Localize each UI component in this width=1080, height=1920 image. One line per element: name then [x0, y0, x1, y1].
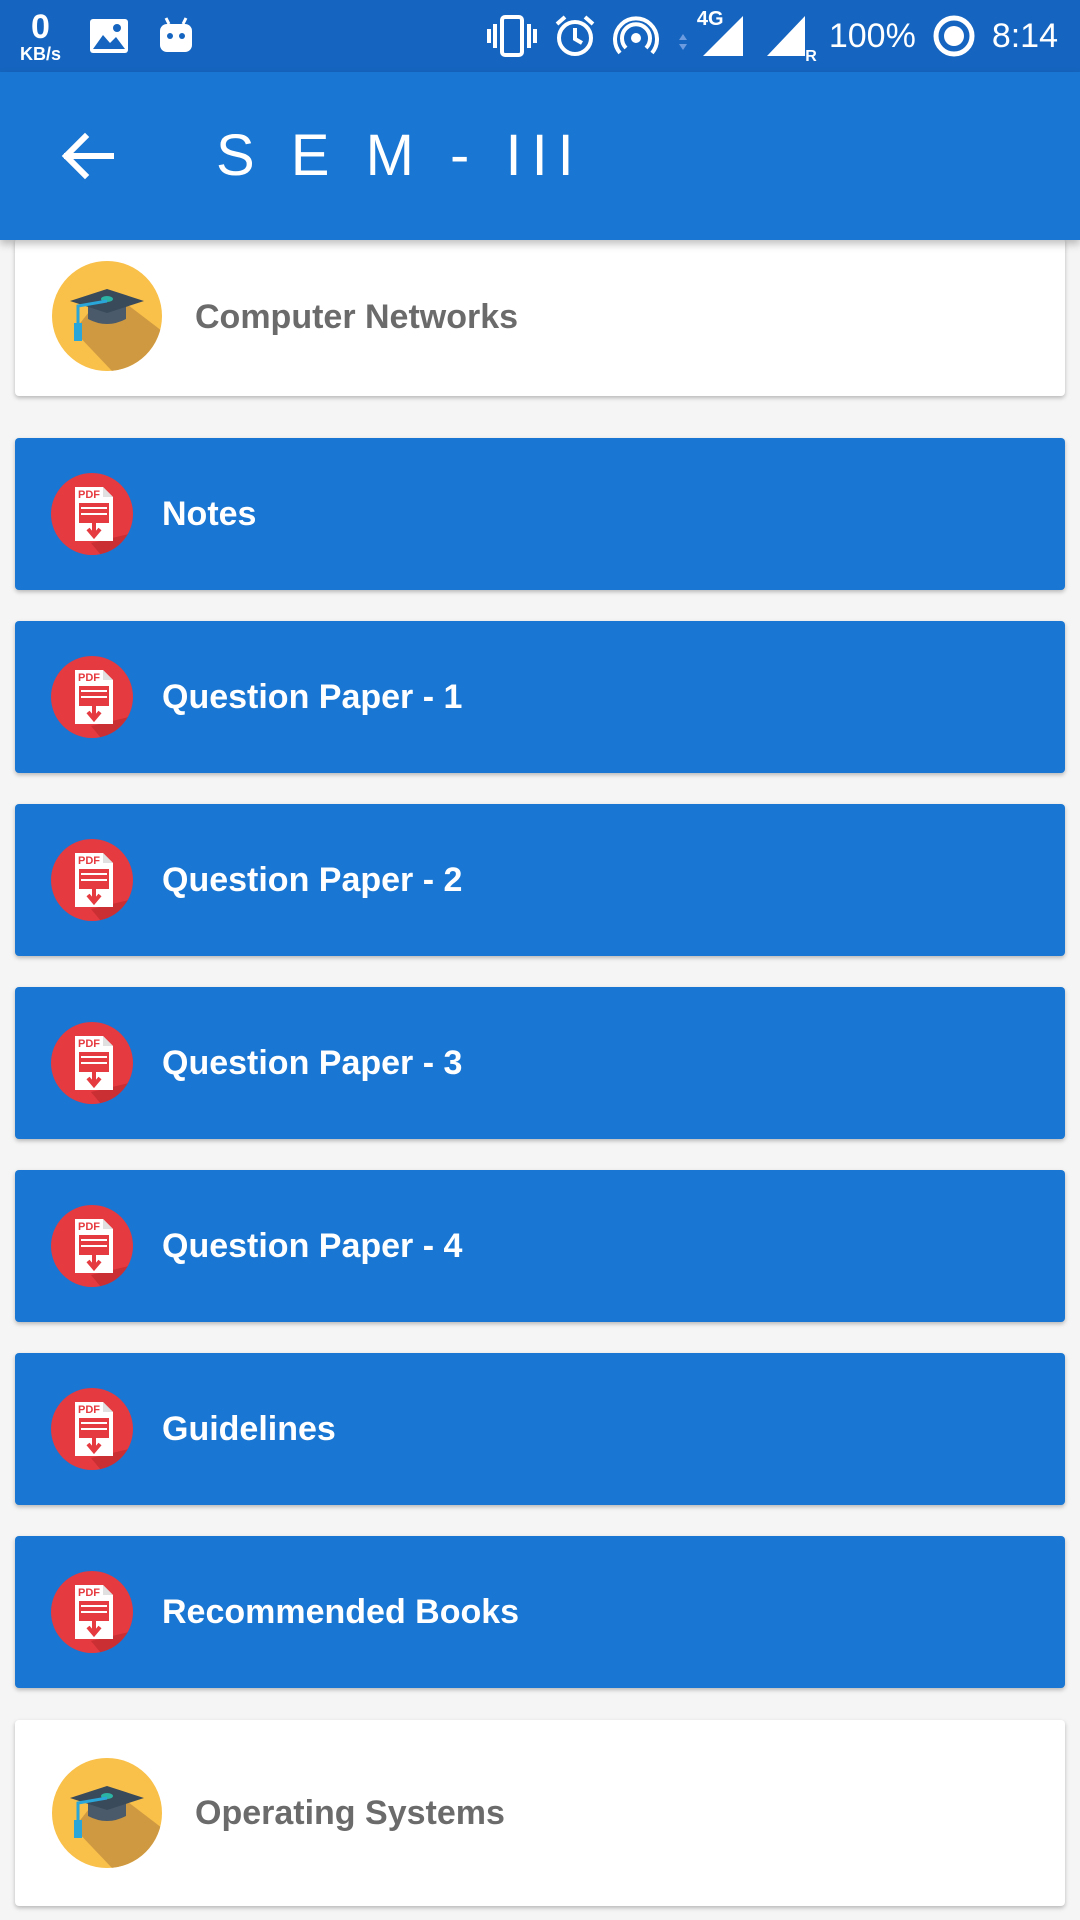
- pdf-badge-label: PDF: [78, 1587, 100, 1599]
- document-label: Notes: [162, 494, 257, 533]
- pdf-download-icon: PDF: [51, 1388, 133, 1470]
- android-notification-icon: [157, 16, 195, 56]
- network-speed-unit: KB/s: [20, 43, 62, 64]
- document-label: Question Paper - 4: [162, 1226, 463, 1265]
- pdf-download-icon: PDF: [51, 1205, 133, 1287]
- document-label: Question Paper - 1: [162, 677, 463, 716]
- document-item-question-paper-4[interactable]: PDF Question Paper - 4: [15, 1170, 1065, 1322]
- vibrate-icon: [486, 14, 537, 58]
- pdf-download-icon: PDF: [51, 473, 133, 555]
- arrow-back-icon: [61, 132, 114, 180]
- pdf-download-icon: PDF: [51, 656, 133, 738]
- pdf-badge-label: PDF: [78, 489, 100, 501]
- pdf-download-icon: PDF: [51, 839, 133, 921]
- battery-percentage: 100%: [828, 16, 916, 55]
- pdf-badge-label: PDF: [78, 1404, 100, 1416]
- image-notification-icon: [89, 18, 129, 54]
- hotspot-icon: [612, 14, 659, 58]
- document-item-question-paper-3[interactable]: PDF Question Paper - 3: [15, 987, 1065, 1139]
- network-speed-value: 0: [31, 7, 50, 46]
- roaming-indicator: R: [805, 48, 817, 65]
- clock-time: 8:14: [991, 16, 1058, 55]
- battery-icon: [932, 14, 976, 58]
- network-speed: 0 KB/s: [20, 10, 61, 63]
- alarm-icon: [553, 14, 597, 58]
- document-label: Question Paper - 2: [162, 860, 463, 899]
- app-bar: S E M - III: [0, 72, 1080, 240]
- document-item-question-paper-2[interactable]: PDF Question Paper - 2: [15, 804, 1065, 956]
- network-type-label: 4G: [696, 8, 724, 30]
- graduation-cap-icon: [52, 261, 162, 371]
- document-label: Question Paper - 3: [162, 1043, 463, 1082]
- pdf-badge-label: PDF: [78, 1221, 100, 1233]
- graduation-cap-icon: [52, 1758, 162, 1868]
- subject-header-computer-networks[interactable]: Computer Networks: [15, 238, 1065, 396]
- back-button[interactable]: [48, 116, 128, 196]
- subject-title: Computer Networks: [195, 297, 519, 336]
- page-title: S E M - III: [216, 123, 584, 188]
- document-item-recommended-books[interactable]: PDF Recommended Books: [15, 1536, 1065, 1688]
- document-label: Recommended Books: [162, 1592, 520, 1631]
- status-bar: 0 KB/s 4G R 100% 8:14: [0, 0, 1080, 72]
- cellular-signal-roaming-icon: R: [765, 12, 817, 65]
- pdf-badge-label: PDF: [78, 855, 100, 867]
- mobile-data-4g-icon: 4G: [675, 8, 749, 60]
- pdf-badge-label: PDF: [78, 1038, 100, 1050]
- subject-header-operating-systems[interactable]: Operating Systems: [15, 1720, 1065, 1906]
- pdf-download-icon: PDF: [51, 1022, 133, 1104]
- subject-title: Operating Systems: [195, 1793, 505, 1832]
- document-item-notes[interactable]: PDF Notes: [15, 438, 1065, 590]
- document-item-guidelines[interactable]: PDF Guidelines: [15, 1353, 1065, 1505]
- document-label: Guidelines: [162, 1409, 336, 1448]
- pdf-download-icon: PDF: [51, 1571, 133, 1653]
- document-item-question-paper-1[interactable]: PDF Question Paper - 1: [15, 621, 1065, 773]
- pdf-badge-label: PDF: [78, 672, 100, 684]
